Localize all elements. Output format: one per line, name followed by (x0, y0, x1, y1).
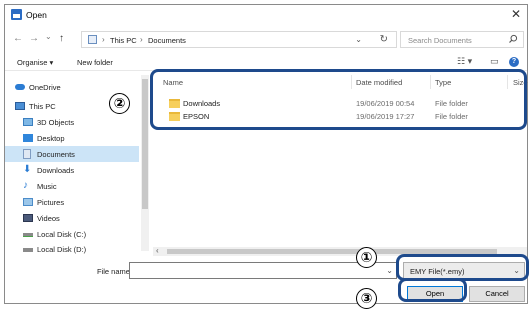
breadcrumb-this-pc[interactable]: This PC (110, 36, 137, 45)
sidebar-scrollbar[interactable] (141, 75, 149, 251)
forward-arrow-icon[interactable]: → (29, 33, 39, 44)
search-placeholder: Search Documents (408, 36, 472, 45)
sidebar-item-music[interactable]: ♪ Music (5, 178, 139, 194)
app-icon (11, 9, 22, 20)
music-icon: ♪ (23, 180, 28, 191)
scroll-left-icon[interactable]: ‹ (156, 246, 159, 255)
organise-menu[interactable]: Organise ▾ (17, 58, 53, 67)
drive-icon (23, 248, 33, 252)
breadcrumb-documents[interactable]: Documents (148, 36, 186, 45)
cube-icon (23, 118, 33, 126)
download-icon: ⬇ (23, 164, 32, 175)
close-icon[interactable]: ✕ (511, 7, 521, 21)
sidebar-item-desktop[interactable]: Desktop (5, 130, 139, 146)
sidebar-item-label: Music (37, 182, 57, 191)
recent-locations-icon[interactable]: ⌄ (45, 32, 52, 41)
sidebar-item-label: 3D Objects (37, 118, 75, 127)
sidebar-item-3d-objects[interactable]: 3D Objects (5, 114, 139, 130)
up-arrow-icon[interactable]: ↑ (59, 33, 64, 44)
search-box[interactable]: Search Documents (400, 31, 524, 48)
sidebar-item-label: Documents (37, 150, 75, 159)
file-type-highlight (396, 254, 529, 281)
cancel-button[interactable]: Cancel (469, 286, 525, 302)
search-icon (509, 34, 518, 43)
address-bar[interactable]: › This PC › Documents ⌄ ↻ (81, 31, 397, 48)
sidebar-item-label: This PC (29, 102, 56, 111)
view-options-icon[interactable]: ☷ ▾ (457, 56, 472, 67)
refresh-icon[interactable]: ↻ (380, 34, 388, 45)
file-name-input[interactable]: ⌄ (129, 262, 397, 279)
sidebar-item-label: OneDrive (29, 83, 61, 92)
new-folder-button[interactable]: New folder (77, 58, 113, 67)
breadcrumb-chevron-icon: › (102, 35, 105, 44)
sidebar-item-label: Local Disk (C:) (37, 230, 87, 239)
navigation-bar: ← → ⌄ ↑ › This PC › Documents ⌄ ↻ Search… (5, 29, 527, 51)
sidebar-item-label: Pictures (37, 198, 65, 207)
open-button-highlight (398, 278, 467, 302)
file-name-label: File name: (97, 267, 133, 276)
window-title: Open (26, 10, 47, 20)
drive-icon (23, 233, 33, 237)
address-dropdown-icon[interactable]: ⌄ (355, 35, 362, 44)
title-bar: Open ✕ (5, 5, 527, 25)
sidebar-item-local-disk-d[interactable]: Local Disk (D:) (5, 241, 139, 257)
callout-3: ③ (356, 288, 377, 309)
sidebar-item-label: Desktop (37, 134, 65, 143)
back-arrow-icon[interactable]: ← (13, 33, 23, 44)
sidebar-item-label: Local Disk (D:) (37, 245, 87, 254)
cloud-icon (15, 84, 25, 90)
sidebar-scroll-thumb[interactable] (142, 79, 148, 209)
documents-icon (23, 149, 31, 159)
preview-pane-icon[interactable]: ▭ (490, 56, 499, 67)
file-list-highlight (150, 69, 527, 130)
help-icon[interactable]: ? (509, 57, 519, 67)
sidebar-item-videos[interactable]: Videos (5, 210, 139, 226)
callout-1: ① (356, 247, 377, 268)
chevron-down-icon[interactable]: ⌄ (386, 266, 393, 275)
sidebar-item-downloads[interactable]: ⬇ Downloads (5, 162, 139, 178)
desktop-icon (23, 134, 33, 142)
videos-icon (23, 214, 33, 222)
computer-icon (15, 102, 25, 110)
sidebar-item-pictures[interactable]: Pictures (5, 194, 139, 210)
breadcrumb-chevron-icon: › (140, 35, 143, 44)
sidebar-item-label: Downloads (37, 166, 75, 175)
sidebar-item-local-disk-c[interactable]: Local Disk (C:) (5, 226, 139, 242)
sidebar-item-label: Videos (37, 214, 60, 223)
pictures-icon (23, 198, 33, 206)
sidebar-item-documents[interactable]: Documents (5, 146, 139, 162)
callout-2: ② (109, 93, 130, 114)
folder-location-icon (88, 35, 97, 44)
